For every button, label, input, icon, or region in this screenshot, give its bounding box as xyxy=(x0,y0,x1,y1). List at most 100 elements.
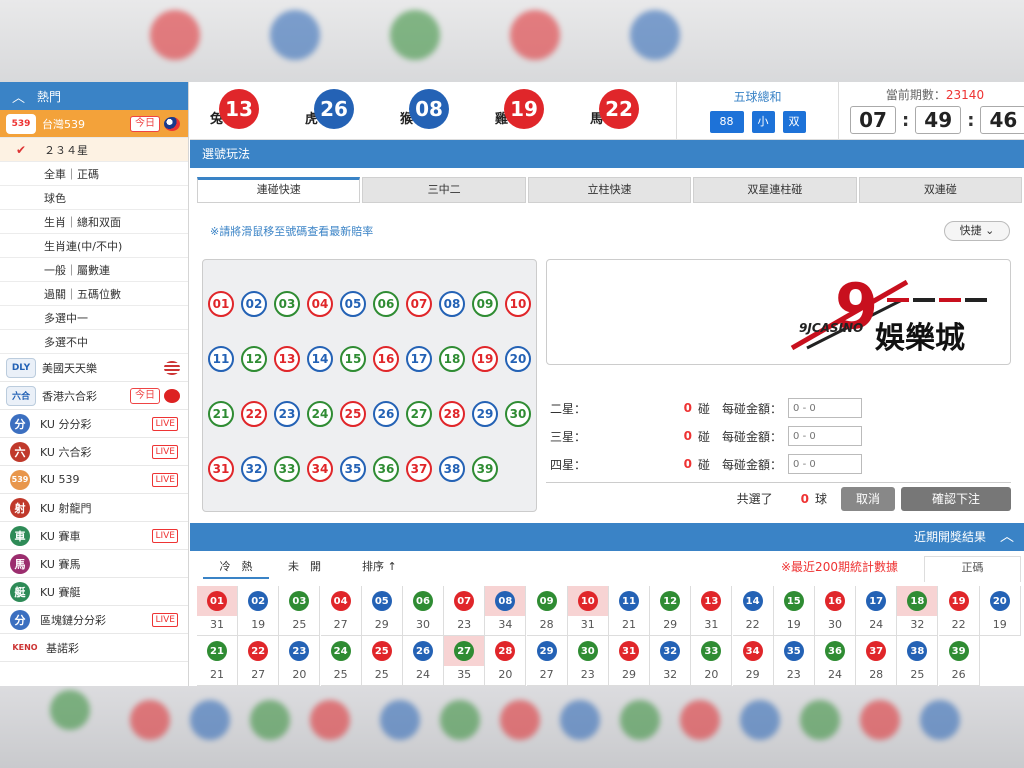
result-ball: 13 xyxy=(701,591,722,611)
result-cell: 35 23 xyxy=(773,636,815,686)
play-tab[interactable]: 立柱快速 xyxy=(527,177,692,203)
result-count: 30 xyxy=(416,618,430,631)
number-ball[interactable]: 02 xyxy=(241,291,267,317)
result-count: 23 xyxy=(786,668,801,681)
number-ball[interactable]: 39 xyxy=(472,456,498,482)
number-ball[interactable]: 11 xyxy=(208,346,234,372)
number-ball[interactable]: 07 xyxy=(406,291,432,317)
result-cell: 28 20 xyxy=(485,636,527,686)
amount-input[interactable] xyxy=(788,398,863,418)
blurred-ball xyxy=(310,700,350,740)
recent-results-table: 01 31 02 19 03 25 04 27 05 29 06 30 07 23 08 34 09 28 10 31… xyxy=(197,586,1021,686)
result-count: 28 xyxy=(869,668,884,681)
number-ball[interactable]: 09 xyxy=(472,291,498,317)
result-cell: 15 19 xyxy=(773,586,815,636)
result-count: 24 xyxy=(869,618,884,631)
tab-hot-cold[interactable]: 冷 熱 xyxy=(203,558,269,579)
number-ball[interactable]: 03 xyxy=(274,291,300,317)
cancel-button[interactable]: 取消 xyxy=(841,486,895,511)
number-ball[interactable]: 13 xyxy=(274,346,300,372)
number-ball[interactable]: 05 xyxy=(340,291,366,317)
number-ball[interactable]: 31 xyxy=(208,456,234,482)
play-tab[interactable]: 三中二 xyxy=(362,177,526,203)
result-cell: 36 24 xyxy=(815,636,856,686)
number-ball[interactable]: 28 xyxy=(439,401,465,427)
result-ball: 26 xyxy=(413,641,433,661)
amount-input[interactable] xyxy=(788,426,863,446)
result-cell: 27 35 xyxy=(444,636,486,686)
number-ball[interactable]: 18 xyxy=(439,346,465,372)
number-ball[interactable]: 08 xyxy=(439,291,465,317)
result-ball: 21 xyxy=(207,641,227,661)
result-cell: 17 24 xyxy=(856,586,898,636)
sort-up-icon: ↑ xyxy=(387,560,397,573)
number-ball[interactable]: 10 xyxy=(505,291,531,317)
number-ball[interactable]: 15 xyxy=(340,346,366,372)
number-ball[interactable]: 20 xyxy=(505,346,531,372)
tab-zhengma[interactable]: 正碼 xyxy=(924,556,1021,582)
result-cell: 30 23 xyxy=(567,636,609,686)
result-ball: 22 xyxy=(248,641,269,661)
blurred-ball xyxy=(620,700,660,740)
result-count: 28 xyxy=(539,618,554,631)
star-unit: 碰 xyxy=(698,401,711,416)
number-ball[interactable]: 21 xyxy=(208,401,234,427)
play-tab[interactable]: 双星連柱碰 xyxy=(693,177,857,203)
number-ball[interactable]: 22 xyxy=(241,401,267,427)
blurred-ball xyxy=(150,10,200,60)
result-count: 31 xyxy=(210,618,224,631)
result-ball: 25 xyxy=(371,641,392,661)
number-ball[interactable]: 38 xyxy=(439,456,465,482)
star-label: 三星： xyxy=(550,429,587,444)
number-ball[interactable]: 04 xyxy=(307,291,333,317)
number-ball[interactable]: 25 xyxy=(340,401,366,427)
confirm-bet-button[interactable]: 確認下注 xyxy=(901,486,1011,511)
result-count: 23 xyxy=(580,668,595,681)
result-ball: 17 xyxy=(866,591,887,611)
sort-button[interactable]: 排序 ↑ xyxy=(362,558,397,574)
number-ball[interactable]: 24 xyxy=(307,401,333,427)
result-ball: 04 xyxy=(330,591,351,611)
result-cell: 07 23 xyxy=(444,586,486,636)
result-ball: 24 xyxy=(330,641,351,661)
result-ball: 27 xyxy=(454,641,475,661)
result-count: 24 xyxy=(416,668,430,681)
number-ball[interactable]: 36 xyxy=(373,456,399,482)
result-cell: 21 21 xyxy=(197,636,238,686)
result-ball: 10 xyxy=(577,591,598,611)
blurred-ball xyxy=(630,10,680,60)
play-tab[interactable]: 双連碰 xyxy=(858,177,1023,203)
number-ball[interactable]: 16 xyxy=(373,346,399,372)
tab-unopened[interactable]: 未 開 xyxy=(288,558,321,574)
result-cell: 20 19 xyxy=(979,586,1021,636)
result-cell: 12 29 xyxy=(650,586,692,636)
number-ball[interactable]: 01 xyxy=(208,291,234,317)
casino-ad-banner[interactable]: 9 9JCASINO 娛樂城 xyxy=(546,259,1011,365)
number-ball[interactable]: 34 xyxy=(307,456,333,482)
number-ball[interactable]: 37 xyxy=(406,456,432,482)
number-ball[interactable]: 30 xyxy=(505,401,531,427)
screen: ︿ 熱門 539 台灣539 今日 ✔ ２３４星 全車｜正碼 球色 生肖｜總和双面 生肖連… xyxy=(0,0,1024,768)
number-ball[interactable]: 14 xyxy=(307,346,333,372)
number-ball[interactable]: 19 xyxy=(472,346,498,372)
number-ball[interactable]: 35 xyxy=(340,456,366,482)
star-count: 0 xyxy=(683,457,692,471)
play-tab[interactable]: 連碰快速 xyxy=(197,177,361,203)
number-ball[interactable]: 29 xyxy=(472,401,498,427)
number-ball[interactable]: 23 xyxy=(274,401,300,427)
quick-dropdown[interactable]: 快捷 ⌄ xyxy=(944,221,1010,241)
number-ball[interactable]: 06 xyxy=(373,291,399,317)
blurred-ball xyxy=(190,700,230,740)
result-count: 21 xyxy=(210,668,224,681)
number-ball[interactable]: 17 xyxy=(406,346,432,372)
number-ball[interactable]: 27 xyxy=(406,401,432,427)
casino-logo: 9 9JCASINO 娛樂城 xyxy=(790,270,987,356)
recent-results-bar[interactable]: 近期開獎結果 ︿ xyxy=(190,523,1024,551)
star-count: 0 xyxy=(683,401,692,415)
number-ball[interactable]: 26 xyxy=(373,401,399,427)
recent-title: 近期開獎結果 xyxy=(913,530,986,544)
amount-input[interactable] xyxy=(788,454,863,474)
number-ball[interactable]: 32 xyxy=(241,456,267,482)
number-ball[interactable]: 12 xyxy=(241,346,267,372)
number-ball[interactable]: 33 xyxy=(274,456,300,482)
